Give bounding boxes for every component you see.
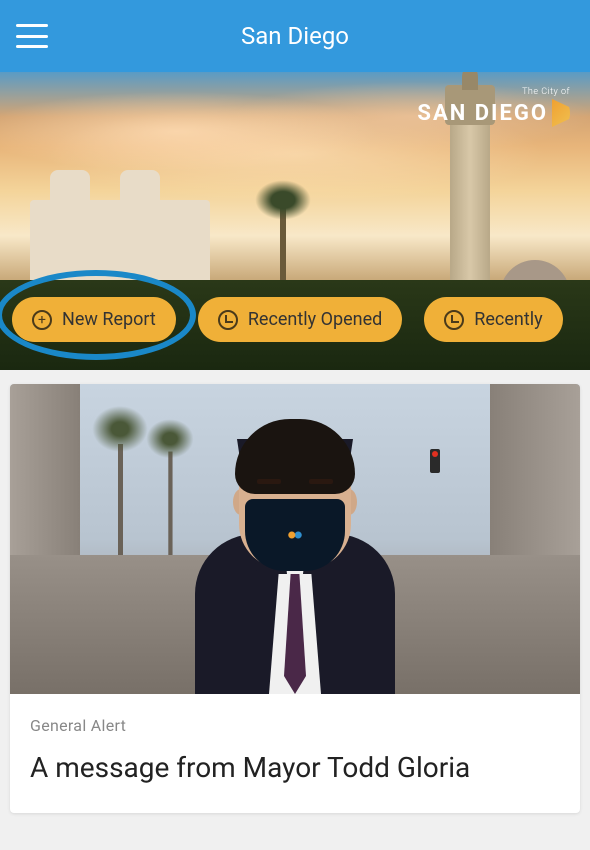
clock-icon	[444, 310, 464, 330]
person-photo	[145, 414, 445, 694]
alert-card[interactable]: General Alert A message from Mayor Todd …	[10, 384, 580, 813]
logo-accent-icon	[552, 99, 570, 127]
hero-banner: The City of SAN DIEGO + New Report Recen…	[0, 72, 590, 370]
card-image	[10, 384, 580, 694]
pill-label: Recently	[474, 309, 542, 330]
logo-name: SAN DIEGO	[417, 99, 570, 127]
new-report-button[interactable]: + New Report	[12, 297, 176, 342]
action-pill-row: + New Report Recently Opened Recently	[12, 297, 563, 342]
card-category: General Alert	[30, 716, 560, 735]
menu-icon[interactable]	[16, 24, 48, 48]
card-title: A message from Mayor Todd Gloria	[30, 749, 560, 787]
plus-icon: +	[32, 310, 52, 330]
app-header: San Diego	[0, 0, 590, 72]
page-title: San Diego	[241, 22, 349, 50]
pill-label: New Report	[62, 309, 156, 330]
card-body: General Alert A message from Mayor Todd …	[10, 694, 580, 813]
pill-label: Recently Opened	[248, 309, 382, 330]
city-logo: The City of SAN DIEGO	[417, 87, 570, 127]
clock-icon	[218, 310, 238, 330]
recently-opened-button[interactable]: Recently Opened	[198, 297, 402, 342]
recently-button[interactable]: Recently	[424, 297, 562, 342]
logo-tagline: The City of	[417, 87, 570, 97]
